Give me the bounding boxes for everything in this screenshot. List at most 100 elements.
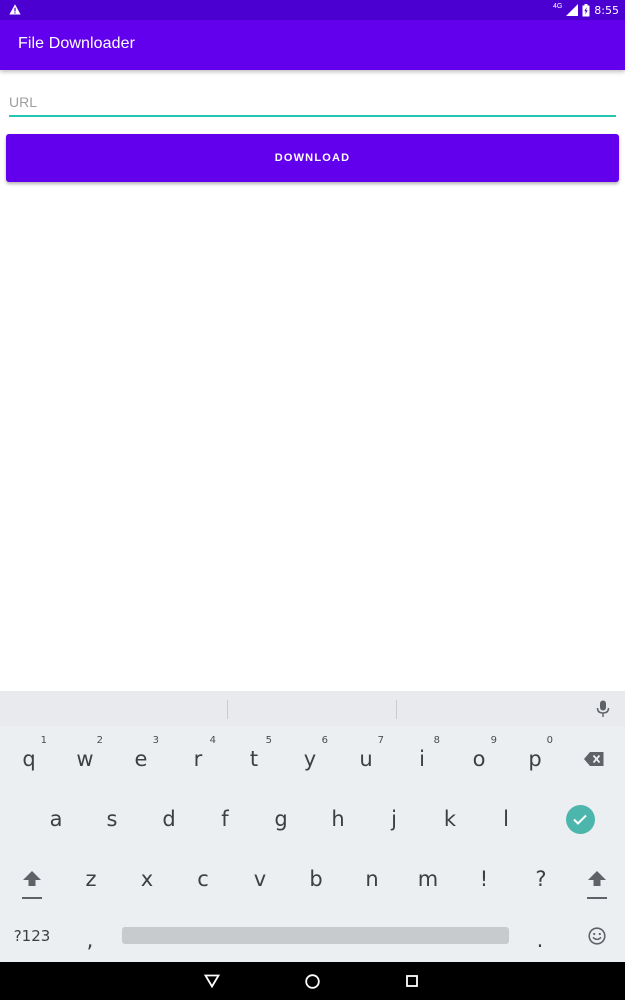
key-w[interactable]: w2 <box>61 731 109 787</box>
key-d[interactable]: d <box>145 791 193 847</box>
key-label: z <box>85 867 97 891</box>
enter-key[interactable] <box>558 791 602 847</box>
url-field[interactable] <box>9 84 616 117</box>
download-button[interactable]: DOWNLOAD <box>6 134 619 182</box>
key-hint: 2 <box>96 735 103 746</box>
key-h[interactable]: h <box>314 791 362 847</box>
status-icons: 4G 8:55 <box>553 3 619 17</box>
checkmark-icon <box>573 814 587 825</box>
shift-key-right[interactable] <box>575 851 619 907</box>
key-hint: 0 <box>546 735 553 746</box>
shift-key-left[interactable] <box>10 851 54 907</box>
key-label: a <box>49 807 63 831</box>
key-question[interactable]: ? <box>517 851 565 907</box>
emoji-icon <box>588 927 606 945</box>
key-q[interactable]: q1 <box>5 731 53 787</box>
shift-underline <box>22 897 42 899</box>
key-label: v <box>253 867 267 891</box>
key-label: u <box>359 747 373 771</box>
key-label: q <box>22 747 36 771</box>
shift-icon <box>23 871 41 886</box>
key-y[interactable]: y6 <box>286 731 334 787</box>
space-bar[interactable] <box>122 927 509 944</box>
key-label: ! <box>479 867 489 891</box>
key-n[interactable]: n <box>348 851 396 907</box>
key-g[interactable]: g <box>257 791 305 847</box>
suggestion-strip <box>0 691 625 726</box>
key-label: g <box>274 807 288 831</box>
enter-button <box>565 804 595 834</box>
key-z[interactable]: z <box>67 851 115 907</box>
url-input[interactable] <box>9 84 616 114</box>
key-hint: 9 <box>490 735 497 746</box>
key-label: i <box>419 747 425 771</box>
key-label: f <box>221 807 229 831</box>
key-label: d <box>162 807 176 831</box>
period-key-label: . <box>536 928 544 952</box>
key-label: r <box>193 747 203 771</box>
key-label: l <box>503 807 509 831</box>
home-icon[interactable] <box>305 974 320 989</box>
key-t[interactable]: t5 <box>230 731 278 787</box>
key-label: n <box>365 867 379 891</box>
key-label: j <box>391 807 397 831</box>
key-j[interactable]: j <box>370 791 418 847</box>
key-label: b <box>309 867 323 891</box>
shift-underline <box>587 897 607 899</box>
key-hint: 3 <box>152 735 159 746</box>
key-r[interactable]: r4 <box>174 731 222 787</box>
key-o[interactable]: o9 <box>455 731 503 787</box>
key-label: p <box>528 747 542 771</box>
key-exclamation[interactable]: ! <box>460 851 508 907</box>
app-bar: File Downloader <box>0 20 625 70</box>
navigation-bar <box>0 962 625 1000</box>
key-label: x <box>140 867 154 891</box>
microphone-icon[interactable] <box>596 700 610 718</box>
key-label: y <box>303 747 317 771</box>
shift-icon <box>588 871 606 886</box>
symbols-key-label: ?123 <box>13 927 51 945</box>
key-u[interactable]: u7 <box>342 731 390 787</box>
key-label: ? <box>535 867 547 891</box>
key-s[interactable]: s <box>88 791 136 847</box>
comma-key[interactable]: , <box>70 913 110 959</box>
key-label: k <box>443 807 457 831</box>
key-b[interactable]: b <box>292 851 340 907</box>
key-a[interactable]: a <box>32 791 80 847</box>
key-hint: 7 <box>377 735 384 746</box>
suggestion-divider <box>227 700 228 719</box>
key-x[interactable]: x <box>123 851 171 907</box>
key-i[interactable]: i8 <box>398 731 446 787</box>
key-hint: 5 <box>265 735 272 746</box>
symbols-key[interactable]: ?123 <box>4 913 60 959</box>
key-c[interactable]: c <box>179 851 227 907</box>
key-label: e <box>134 747 148 771</box>
backspace-key[interactable] <box>570 731 618 787</box>
key-f[interactable]: f <box>201 791 249 847</box>
recents-icon[interactable] <box>406 975 418 987</box>
period-key[interactable]: . <box>520 913 560 959</box>
key-k[interactable]: k <box>426 791 474 847</box>
warning-icon <box>9 4 21 15</box>
key-label: w <box>76 747 94 771</box>
soft-keyboard: ?123 , . q1w2e3r4t5y6u7i8o9p0asdfghjklzx… <box>0 691 625 962</box>
key-l[interactable]: l <box>482 791 530 847</box>
key-m[interactable]: m <box>404 851 452 907</box>
network-type: 4G <box>552 2 563 10</box>
page-title: File Downloader <box>18 35 136 52</box>
backspace-icon <box>584 752 604 766</box>
status-bar: 4G 8:55 <box>0 0 625 20</box>
emoji-key[interactable] <box>576 913 618 959</box>
comma-key-label: , <box>86 928 94 952</box>
key-label: m <box>417 867 439 891</box>
clock: 8:55 <box>594 3 619 17</box>
signal-icon <box>566 4 579 16</box>
key-v[interactable]: v <box>236 851 284 907</box>
key-label: t <box>249 747 259 771</box>
battery-icon <box>582 3 590 16</box>
key-p[interactable]: p0 <box>511 731 559 787</box>
back-icon[interactable] <box>204 974 220 988</box>
key-label: o <box>472 747 486 771</box>
key-label: s <box>106 807 118 831</box>
key-e[interactable]: e3 <box>117 731 165 787</box>
